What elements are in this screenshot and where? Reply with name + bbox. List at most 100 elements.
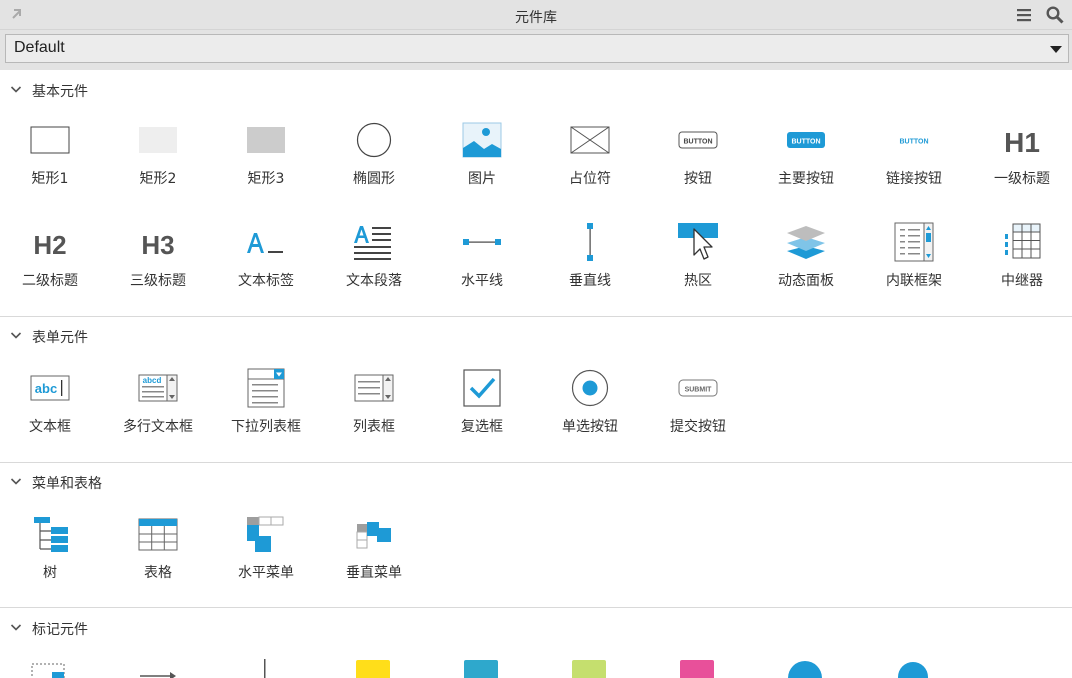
widget-list-box[interactable]: 列表框	[320, 362, 428, 448]
widget-label: 二级标题	[22, 273, 78, 289]
widget-ellipse[interactable]: 椭圆形	[320, 114, 428, 200]
widget-label: 文本段落	[346, 273, 402, 289]
radio-button-icon	[571, 369, 609, 407]
horizontal-menu-icon	[247, 516, 284, 552]
hotspot-icon	[678, 223, 718, 260]
widget-label: 提交按钮	[670, 419, 726, 435]
widget-label: 下拉列表框	[231, 419, 301, 435]
widget-label: 内联框架	[886, 273, 942, 289]
sticky-yellow-icon[interactable]	[354, 650, 392, 678]
text-paragraph-icon	[354, 226, 391, 260]
widget-rectangle2[interactable]: 矩形2	[104, 114, 212, 200]
section-header-markup[interactable]: 标记元件	[0, 610, 1072, 644]
sticky-pink-icon[interactable]	[678, 650, 716, 678]
section-header-basic[interactable]: 基本元件	[0, 72, 1072, 106]
dynamic-panel-icon	[787, 226, 825, 259]
chevron-down-icon[interactable]	[1050, 46, 1062, 53]
checkbox-icon	[463, 369, 501, 407]
widget-inline-frame[interactable]: 内联框架	[860, 216, 968, 302]
widget-label: 列表框	[353, 419, 395, 435]
section-title: 表单元件	[32, 330, 88, 346]
section-title: 标记元件	[32, 622, 88, 638]
widget-text-area[interactable]: abcd 多行文本框	[104, 362, 212, 448]
widget-rectangle3[interactable]: 矩形3	[212, 114, 320, 200]
widget-label: 矩形2	[139, 171, 177, 187]
widget-label: 链接按钮	[886, 171, 942, 187]
section-header-form[interactable]: 表单元件	[0, 318, 1072, 352]
vertical-line-icon	[587, 223, 593, 261]
search-icon[interactable]	[1046, 6, 1064, 24]
tree-icon	[34, 517, 68, 552]
widget-rectangle1[interactable]: 矩形1	[0, 114, 104, 200]
library-bar: Default	[0, 30, 1072, 70]
heading2-icon-text: H2	[33, 230, 66, 260]
repeater-icon	[1005, 223, 1041, 259]
widget-placeholder[interactable]: 占位符	[536, 114, 644, 200]
library-select[interactable]: Default	[5, 34, 1069, 63]
library-select-value: Default	[14, 39, 65, 56]
widget-primary-button[interactable]: BUTTON 主要按钮	[752, 114, 860, 200]
ellipse-icon	[356, 122, 392, 158]
chevron-down-icon[interactable]	[10, 329, 22, 341]
widget-link-button[interactable]: BUTTON 链接按钮	[860, 114, 968, 200]
chevron-down-icon[interactable]	[10, 83, 22, 95]
submit-button-icon: SUBMIT	[678, 379, 718, 397]
widget-label: 矩形1	[31, 171, 69, 187]
widget-vertical-menu[interactable]: 垂直菜单	[320, 508, 428, 594]
rectangle-outline-icon	[30, 126, 70, 154]
sticky-blue-icon[interactable]	[462, 650, 500, 678]
text-field-icon: abc	[30, 375, 70, 401]
marker-line-icon[interactable]	[260, 650, 270, 678]
menu-icon[interactable]	[1016, 7, 1032, 23]
widget-text-label[interactable]: 文本标签	[212, 216, 320, 302]
widget-horizontal-line[interactable]: 水平线	[428, 216, 536, 302]
panel-titlebar: 元件库	[0, 0, 1072, 30]
widget-vertical-line[interactable]: 垂直线	[536, 216, 644, 302]
section-divider	[0, 462, 1072, 463]
widget-hotspot[interactable]: 热区	[644, 216, 752, 302]
primary-button-icon: BUTTON	[787, 132, 825, 148]
widget-label: 单选按钮	[562, 419, 618, 435]
widget-button[interactable]: BUTTON 按钮	[644, 114, 752, 200]
widget-tree[interactable]: 树	[0, 508, 104, 594]
widget-repeater[interactable]: 中继器	[968, 216, 1072, 302]
section-header-menus-tables[interactable]: 菜单和表格	[0, 464, 1072, 498]
widget-horizontal-menu[interactable]: 水平菜单	[212, 508, 320, 594]
droplist-icon	[247, 368, 285, 408]
widget-text-field[interactable]: abc 文本框	[0, 362, 104, 448]
widget-label: 水平线	[461, 273, 503, 289]
widget-droplist[interactable]: 下拉列表框	[212, 362, 320, 448]
widget-label: 一级标题	[994, 171, 1050, 187]
primary-button-icon-text: BUTTON	[791, 139, 820, 146]
list-box-icon	[354, 374, 394, 402]
text-area-icon: abcd	[138, 374, 178, 402]
widget-heading1[interactable]: H1 一级标题	[968, 114, 1072, 200]
widget-label: 矩形3	[247, 171, 285, 187]
teardrop-marker-icon[interactable]	[894, 650, 932, 678]
widget-heading2[interactable]: H2 二级标题	[0, 216, 104, 302]
vertical-menu-icon	[356, 522, 391, 549]
circle-marker-icon[interactable]	[786, 650, 824, 678]
connector-icon[interactable]	[138, 650, 178, 678]
sticky-green-icon[interactable]	[570, 650, 608, 678]
widget-dynamic-panel[interactable]: 动态面板	[752, 216, 860, 302]
widget-label: 中继器	[1001, 273, 1043, 289]
horizontal-line-icon	[463, 239, 501, 245]
widget-label: 树	[43, 565, 57, 581]
widget-checkbox[interactable]: 复选框	[428, 362, 536, 448]
widget-label: 按钮	[684, 171, 712, 187]
heading2-icon: H2	[33, 230, 66, 260]
widget-submit-button[interactable]: SUBMIT 提交按钮	[644, 362, 752, 448]
widget-label: 主要按钮	[778, 171, 834, 187]
widget-table[interactable]: 表格	[104, 508, 212, 594]
widget-heading3[interactable]: H3 三级标题	[104, 216, 212, 302]
heading3-icon-text: H3	[141, 230, 174, 260]
chevron-down-icon[interactable]	[10, 475, 22, 487]
chevron-down-icon[interactable]	[10, 621, 22, 633]
widget-label: 三级标题	[130, 273, 186, 289]
widget-radio-button[interactable]: 单选按钮	[536, 362, 644, 448]
widget-label: 动态面板	[778, 273, 834, 289]
widget-text-paragraph[interactable]: 文本段落	[320, 216, 428, 302]
snapshot-icon[interactable]	[30, 650, 66, 678]
widget-image[interactable]: 图片	[428, 114, 536, 200]
